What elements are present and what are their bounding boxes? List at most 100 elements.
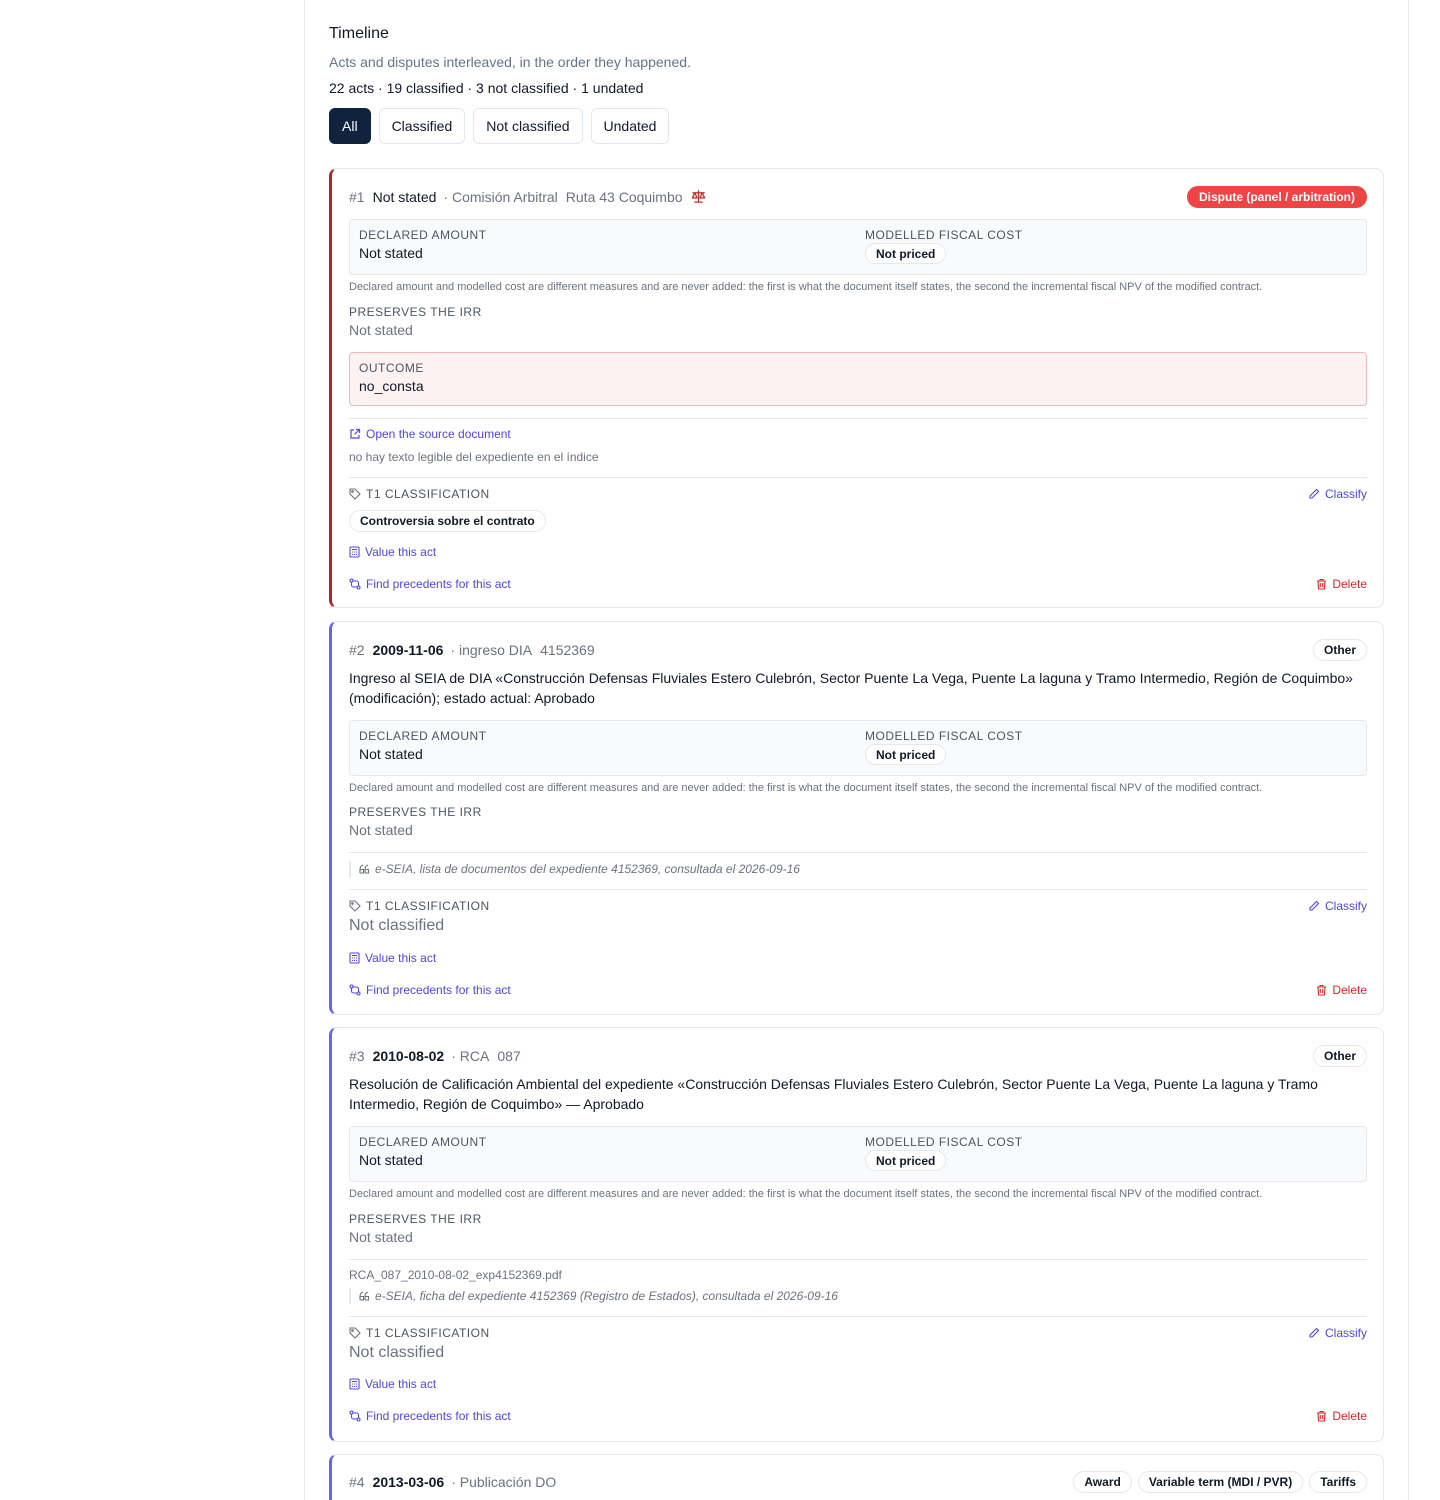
measures-note: Declared amount and modelled cost are di…: [349, 281, 1263, 293]
filter-undated[interactable]: Undated: [590, 108, 670, 144]
classify-label: Classify: [1324, 1326, 1367, 1340]
compare-icon: [349, 1410, 361, 1422]
outcome-box: OUTCOME no_consta: [349, 352, 1367, 406]
irr-value: Not stated: [349, 1229, 413, 1245]
classify-button[interactable]: Classify: [1308, 899, 1367, 913]
declared-amount-label: DECLARED AMOUNT: [359, 1135, 487, 1149]
measures-note: Declared amount and modelled cost are di…: [349, 1188, 1263, 1200]
category-tag: Award: [1073, 1471, 1132, 1493]
filter-classified[interactable]: Classified: [378, 108, 466, 144]
trash-icon: [1316, 578, 1327, 590]
delete-label: Delete: [1332, 983, 1367, 997]
filter-not-classified[interactable]: Not classified: [473, 108, 583, 144]
measures-note: Declared amount and modelled cost are di…: [349, 782, 1263, 794]
declared-amount-value: Not stated: [359, 245, 423, 261]
declared-amount-label: DECLARED AMOUNT: [359, 729, 487, 743]
act-card-2: #2 2009-11-06 · ingreso DIA 4152369 Other…: [329, 621, 1384, 1015]
modelled-cost-label: MODELLED FISCAL COST: [865, 228, 1023, 242]
quote-icon: [359, 1291, 370, 1301]
act-date: 2013-03-06: [372, 1474, 445, 1490]
dispute-tag: Dispute (panel / arbitration): [1186, 186, 1367, 208]
classification-status: Not classified: [349, 917, 445, 934]
open-source-label: Open the source document: [366, 427, 511, 441]
declared-amount-value: Not stated: [359, 746, 423, 762]
classify-button[interactable]: Classify: [1308, 487, 1367, 501]
scale-icon: [691, 190, 706, 204]
tag-icon: [349, 900, 361, 912]
irr-label: PRESERVES THE IRR: [349, 805, 482, 819]
act-header: #1 Not stated · Comisión Arbitral Ruta 43…: [349, 186, 1367, 208]
act-meta: · Comisión Arbitral Ruta 43 Coquimbo: [443, 189, 683, 205]
act-number: #3: [349, 1048, 365, 1064]
value-act-label: Value this act: [365, 545, 437, 559]
act-header: #4 2013-03-06 · Publicación DO Award Var…: [349, 1471, 1367, 1493]
irr-value: Not stated: [349, 322, 413, 338]
open-source-link[interactable]: Open the source document: [349, 427, 511, 441]
citation-text: e-SEIA, ficha del expediente 4152369 (Re…: [375, 1289, 838, 1303]
timeline-counts: 22 acts · 19 classified · 3 not classifi…: [329, 80, 644, 96]
compare-icon: [349, 578, 361, 590]
act-description: Resolución de Calificación Ambiental del…: [349, 1076, 1318, 1112]
divider: [349, 477, 1367, 478]
act-number: #2: [349, 642, 365, 658]
act-ref: 087: [497, 1048, 521, 1064]
divider: [349, 418, 1367, 419]
amount-box: DECLARED AMOUNT Not stated MODELLED FISCA…: [349, 219, 1367, 275]
t1-label: T1 CLASSIFICATION: [349, 487, 490, 501]
classify-label: Classify: [1324, 899, 1367, 913]
find-precedents-label: Find precedents for this act: [366, 983, 511, 997]
act-meta: · RCA 087: [451, 1048, 521, 1064]
find-precedents-link[interactable]: Find precedents for this act: [349, 983, 511, 997]
irr-value: Not stated: [349, 822, 413, 838]
modelled-cost-pill: Not priced: [865, 744, 947, 765]
value-act-link[interactable]: Value this act: [349, 545, 436, 559]
compare-icon: [349, 984, 361, 996]
value-act-link[interactable]: Value this act: [349, 1377, 436, 1391]
amount-box: DECLARED AMOUNT Not stated MODELLED FISCA…: [349, 1126, 1367, 1182]
filter-all[interactable]: All: [329, 108, 371, 144]
divider: [349, 852, 1367, 853]
find-precedents-link[interactable]: Find precedents for this act: [349, 577, 511, 591]
pencil-icon: [1308, 1327, 1320, 1339]
classification-pill: Controversia sobre el contrato: [349, 510, 546, 532]
act-ref: Ruta 43 Coquimbo: [565, 189, 683, 205]
value-act-label: Value this act: [365, 951, 437, 965]
act-meta: · ingreso DIA 4152369: [450, 642, 595, 658]
act-card-4: #4 2013-03-06 · Publicación DO Award Var…: [329, 1454, 1384, 1500]
category-tag: Other: [1312, 639, 1367, 661]
irr-label: PRESERVES THE IRR: [349, 1212, 482, 1226]
act-description: Ingreso al SEIA de DIA «Construcción Def…: [349, 670, 1353, 706]
modelled-cost-pill: Not priced: [865, 243, 947, 264]
trash-icon: [1316, 984, 1327, 996]
classify-button[interactable]: Classify: [1308, 1326, 1367, 1340]
act-ref: 4152369: [540, 642, 595, 658]
outcome-label: OUTCOME: [359, 361, 424, 375]
modelled-cost-label: MODELLED FISCAL COST: [865, 1135, 1023, 1149]
act-meta: · Publicación DO: [451, 1474, 557, 1490]
delete-button[interactable]: Delete: [1316, 1409, 1367, 1423]
divider: [349, 1259, 1367, 1260]
find-precedents-label: Find precedents for this act: [366, 1409, 511, 1423]
tag-icon: [349, 488, 361, 500]
delete-button[interactable]: Delete: [1316, 983, 1367, 997]
source-citation: e-SEIA, lista de documentos del expedien…: [349, 861, 800, 877]
source-note: no hay texto legible del expediente en e…: [349, 450, 599, 464]
act-header: #3 2010-08-02 · RCA 087 Other: [349, 1045, 1367, 1067]
find-precedents-link[interactable]: Find precedents for this act: [349, 1409, 511, 1423]
classify-label: Classify: [1324, 487, 1367, 501]
trash-icon: [1316, 1410, 1327, 1422]
tag-icon: [349, 1327, 361, 1339]
amount-box: DECLARED AMOUNT Not stated MODELLED FISCA…: [349, 720, 1367, 776]
delete-button[interactable]: Delete: [1316, 577, 1367, 591]
value-act-label: Value this act: [365, 1377, 437, 1391]
act-number: #1: [349, 189, 365, 205]
calculator-icon: [349, 1378, 360, 1390]
delete-label: Delete: [1332, 1409, 1367, 1423]
value-act-link[interactable]: Value this act: [349, 951, 436, 965]
timeline-subtitle: Acts and disputes interleaved, in the or…: [329, 54, 691, 70]
citation-text: e-SEIA, lista de documentos del expedien…: [375, 862, 800, 876]
act-card-1: #1 Not stated · Comisión Arbitral Ruta 43…: [329, 168, 1384, 608]
act-header: #2 2009-11-06 · ingreso DIA 4152369 Other: [349, 639, 1367, 661]
source-file[interactable]: RCA_087_2010-08-02_exp4152369.pdf: [349, 1268, 562, 1282]
modelled-cost-pill: Not priced: [865, 1150, 947, 1171]
